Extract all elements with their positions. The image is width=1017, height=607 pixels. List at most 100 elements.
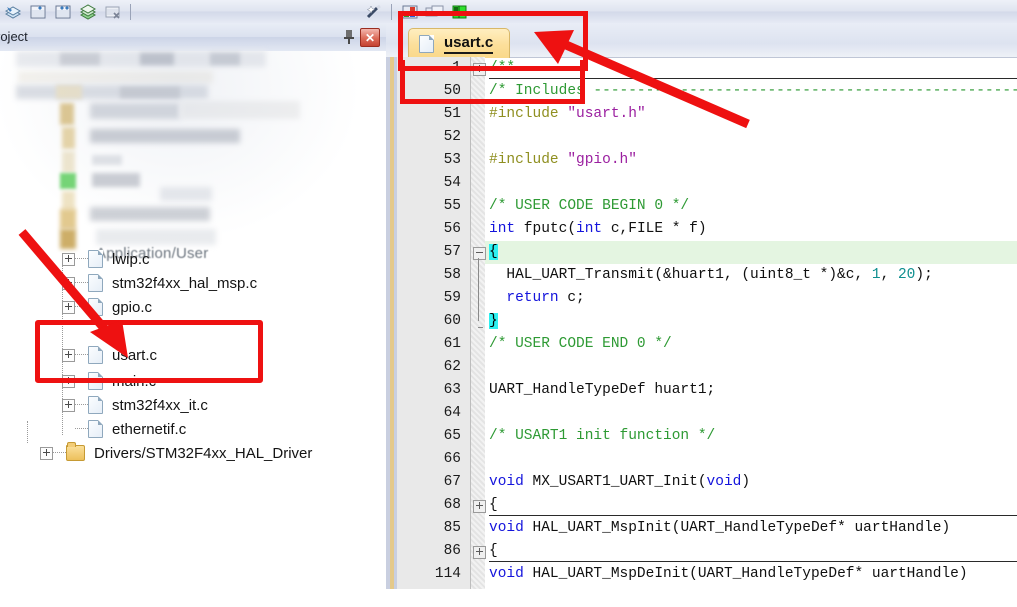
- clean-icon[interactable]: [101, 1, 124, 22]
- build-project-icon[interactable]: [26, 1, 49, 22]
- list-item[interactable]: stm32f4xx_hal_msp.c: [0, 271, 257, 295]
- code-line[interactable]: 61 /* USER CODE END 0 */: [386, 333, 1017, 356]
- code-text: /* USER CODE END 0 */: [489, 336, 672, 352]
- c-file-icon: [88, 420, 103, 438]
- list-item-label: stm32f4xx_it.c: [112, 396, 208, 414]
- c-file-icon: [88, 250, 103, 268]
- line-number: 59: [443, 290, 461, 306]
- list-item-drivers-folder[interactable]: Drivers/STM32F4xx_HAL_Driver: [0, 441, 312, 465]
- code-text: /* Includes ----------------------------…: [489, 83, 1017, 99]
- code-text: void HAL_UART_MspInit(UART_HandleTypeDef…: [489, 520, 951, 536]
- fold-region-line: [478, 258, 479, 321]
- code-text: HAL_UART_Transmit(&huart1, (uint8_t *)&c…: [489, 267, 933, 283]
- code-text: {: [489, 244, 498, 260]
- expand-icon[interactable]: [62, 398, 75, 412]
- code-line[interactable]: 65 /* USART1 init function */: [386, 425, 1017, 448]
- tab-usart-c[interactable]: usart.c: [408, 28, 511, 58]
- code-line[interactable]: 63 UART_HandleTypeDef huart1;: [386, 379, 1017, 402]
- line-number: 1: [452, 60, 461, 76]
- build-all-icon[interactable]: [1, 1, 24, 22]
- tree-connector: [53, 452, 66, 454]
- close-icon[interactable]: ✕: [360, 28, 380, 47]
- fold-expand-icon[interactable]: [473, 63, 486, 76]
- code-editor: usart.c 1 /** 50 /* Includes --------------…: [386, 23, 1017, 589]
- wand-icon[interactable]: [362, 1, 385, 22]
- current-line-highlight: [485, 241, 1017, 264]
- code-line[interactable]: 85 void HAL_UART_MspInit(UART_HandleTypeD…: [386, 517, 1017, 540]
- pin-icon[interactable]: [342, 29, 356, 45]
- list-item[interactable]: gpio.c: [0, 295, 152, 319]
- expand-icon[interactable]: [62, 348, 75, 362]
- list-item[interactable]: lwip.c: [0, 247, 150, 271]
- panel-header: roject ✕: [0, 23, 386, 52]
- fold-expand-icon[interactable]: [473, 546, 486, 559]
- cube-green-icon[interactable]: [448, 1, 471, 22]
- line-number: 55: [443, 198, 461, 214]
- code-line[interactable]: 53 #include "gpio.h": [386, 149, 1017, 172]
- window-icon[interactable]: [423, 1, 446, 22]
- editor-tab-strip: usart.c: [386, 23, 1017, 58]
- c-file-icon: [88, 346, 103, 364]
- list-item-label: lwip.c: [112, 250, 150, 268]
- line-number: 58: [443, 267, 461, 283]
- expand-icon[interactable]: [62, 374, 75, 388]
- code-line[interactable]: 56 int fputc(int c,FILE * f): [386, 218, 1017, 241]
- code-text: /* USART1 init function */: [489, 428, 716, 444]
- expand-icon[interactable]: [62, 300, 75, 314]
- c-file-icon: [88, 372, 103, 390]
- tree-connector: [75, 428, 88, 430]
- code-line[interactable]: 68 {: [386, 494, 1017, 517]
- line-number: 86: [443, 543, 461, 559]
- fold-collapse-icon[interactable]: [473, 247, 486, 260]
- line-number: 62: [443, 359, 461, 375]
- code-line[interactable]: 55 /* USER CODE BEGIN 0 */: [386, 195, 1017, 218]
- tree-connector: [75, 354, 88, 356]
- list-item-label: usart.c: [112, 346, 158, 364]
- code-line[interactable]: 50 /* Includes --------------------------…: [386, 80, 1017, 103]
- tree-connector: [75, 404, 88, 406]
- tree-connector: [75, 306, 88, 308]
- panel-title: roject: [0, 29, 28, 44]
- code-line[interactable]: 57 {: [386, 241, 1017, 264]
- code-line[interactable]: 51 #include "usart.h": [386, 103, 1017, 126]
- perspective-icon[interactable]: [398, 1, 421, 22]
- code-text: /* USER CODE BEGIN 0 */: [489, 198, 690, 214]
- code-line[interactable]: 52: [386, 126, 1017, 149]
- code-line[interactable]: 86 {: [386, 540, 1017, 563]
- folder-icon: [66, 442, 85, 461]
- list-item[interactable]: stm32f4xx_it.c: [0, 393, 208, 417]
- fold-expand-icon[interactable]: [473, 500, 486, 513]
- code-line[interactable]: 64: [386, 402, 1017, 425]
- code-text: UART_HandleTypeDef huart1;: [489, 382, 716, 398]
- code-line[interactable]: 67 void MX_USART1_UART_Init(void): [386, 471, 1017, 494]
- list-item-main-c[interactable]: main.c: [0, 369, 156, 393]
- list-item-usart-c[interactable]: usart.c: [0, 343, 157, 367]
- collapsed-region-rule: [489, 561, 1017, 562]
- list-item-label: Drivers/STM32F4xx_HAL_Driver: [94, 444, 313, 462]
- line-number: 52: [443, 129, 461, 145]
- line-number: 57: [443, 244, 461, 260]
- main-toolbar: [0, 0, 1017, 24]
- code-line[interactable]: 59 return c;: [386, 287, 1017, 310]
- project-explorer-panel: roject ✕ Application/User: [0, 23, 386, 589]
- code-line[interactable]: 1 /**: [386, 57, 1017, 80]
- rebuild-icon[interactable]: [51, 1, 74, 22]
- code-line[interactable]: 58 HAL_UART_Transmit(&huart1, (uint8_t *…: [386, 264, 1017, 287]
- list-item-label: gpio.c: [112, 298, 153, 316]
- code-line[interactable]: 114 void HAL_UART_MspDeInit(UART_HandleTy…: [386, 563, 1017, 586]
- fold-region-end: [478, 327, 483, 328]
- code-text: #include "gpio.h": [489, 152, 637, 168]
- code-line[interactable]: 60}: [386, 310, 1017, 333]
- code-text: #include "usart.h": [489, 106, 646, 122]
- code-line[interactable]: 54: [386, 172, 1017, 195]
- list-item[interactable]: ethernetif.c: [0, 417, 186, 441]
- expand-icon[interactable]: [40, 446, 53, 460]
- code-line[interactable]: 66: [386, 448, 1017, 471]
- code-content[interactable]: 1 /** 50 /* Includes ----------------------…: [386, 57, 1017, 589]
- stack-icon[interactable]: [76, 1, 99, 22]
- expand-icon[interactable]: [62, 252, 75, 266]
- code-line[interactable]: 62: [386, 356, 1017, 379]
- redacted-tree-region: [0, 51, 386, 263]
- code-text: }: [489, 313, 498, 329]
- expand-icon[interactable]: [62, 276, 75, 290]
